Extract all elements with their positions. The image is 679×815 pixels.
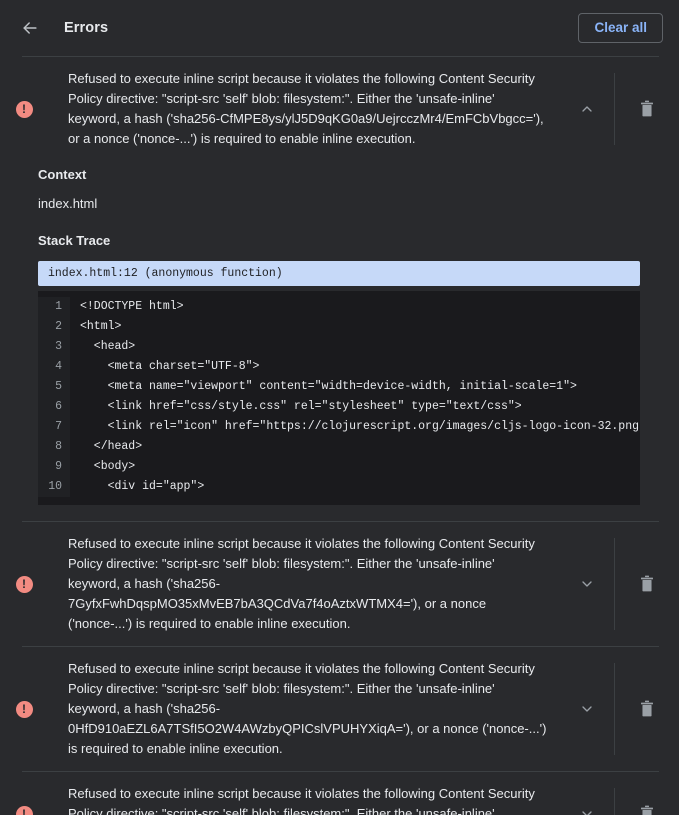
clear-all-button[interactable]: Clear all [578, 13, 663, 44]
error-icon-cell: ! [0, 772, 40, 815]
error-text-cell: Refused to execute inline script because… [40, 647, 560, 771]
arrow-left-icon [20, 18, 40, 38]
code-line: 7 <link rel="icon" href="https://clojure… [38, 417, 640, 437]
error-circle-icon: ! [16, 701, 33, 718]
line-content: <meta charset="UTF-8"> [70, 357, 640, 377]
error-expand-toggle[interactable] [560, 772, 614, 815]
code-line: 2 <html> [38, 317, 640, 337]
error-circle-icon: ! [16, 806, 33, 815]
code-line: 8 </head> [38, 437, 640, 457]
line-content: <div id="app"> [70, 477, 640, 497]
trash-icon [639, 805, 655, 815]
error-row[interactable]: ! Refused to execute inline script becau… [0, 522, 679, 646]
line-content: <body> [70, 457, 640, 477]
error-detail-panel: Context index.html Stack Trace index.htm… [0, 167, 679, 521]
error-icon-cell: ! [0, 522, 40, 646]
error-text-cell: Refused to execute inline script because… [40, 772, 560, 815]
error-row[interactable]: ! Refused to execute inline script becau… [0, 772, 679, 815]
code-line: 9 <body> [38, 457, 640, 477]
line-number: 3 [38, 337, 70, 357]
error-expand-toggle[interactable] [560, 57, 614, 161]
chevron-down-icon [579, 806, 595, 815]
delete-error-button[interactable] [615, 57, 679, 161]
code-line: 3 <head> [38, 337, 640, 357]
code-line: 10 <div id="app"> [38, 477, 640, 497]
error-expand-toggle[interactable] [560, 522, 614, 646]
line-number: 4 [38, 357, 70, 377]
error-message: Refused to execute inline script because… [68, 659, 550, 759]
trash-icon [639, 700, 655, 718]
line-number: 2 [38, 317, 70, 337]
line-content: <meta name="viewport" content="width=dev… [70, 377, 640, 397]
errors-header: Errors Clear all [0, 0, 679, 56]
chevron-down-icon [579, 701, 595, 717]
code-line: 5 <meta name="viewport" content="width=d… [38, 377, 640, 397]
error-text-cell: Refused to execute inline script because… [40, 522, 560, 646]
source-code-block: 1 <!DOCTYPE html> 2 <html> 3 <head> 4 <m… [38, 291, 640, 505]
error-row[interactable]: ! Refused to execute inline script becau… [0, 57, 679, 161]
error-row[interactable]: ! Refused to execute inline script becau… [0, 647, 679, 771]
page-title: Errors [64, 20, 108, 36]
trash-icon [639, 100, 655, 118]
line-content: </head> [70, 437, 640, 457]
line-number: 1 [38, 297, 70, 317]
line-number: 9 [38, 457, 70, 477]
delete-error-button[interactable] [615, 772, 679, 815]
line-content: <link rel="icon" href="https://clojuresc… [70, 417, 640, 437]
error-circle-icon: ! [16, 576, 33, 593]
back-button[interactable] [18, 16, 42, 40]
error-text-cell: Refused to execute inline script because… [40, 57, 560, 161]
error-message: Refused to execute inline script because… [68, 69, 550, 149]
stack-trace-label: Stack Trace [38, 233, 659, 248]
context-value: index.html [38, 196, 659, 211]
chevron-up-icon [579, 101, 595, 117]
stack-frame[interactable]: index.html:12 (anonymous function) [38, 261, 640, 286]
delete-error-button[interactable] [615, 522, 679, 646]
line-content: <html> [70, 317, 640, 337]
line-number: 10 [38, 477, 70, 497]
code-line: 6 <link href="css/style.css" rel="styles… [38, 397, 640, 417]
error-icon-cell: ! [0, 57, 40, 161]
error-message: Refused to execute inline script because… [68, 534, 550, 634]
error-icon-cell: ! [0, 647, 40, 771]
line-number: 6 [38, 397, 70, 417]
code-line: 1 <!DOCTYPE html> [38, 297, 640, 317]
code-line: 4 <meta charset="UTF-8"> [38, 357, 640, 377]
error-expand-toggle[interactable] [560, 647, 614, 771]
chevron-down-icon [579, 576, 595, 592]
trash-icon [639, 575, 655, 593]
line-content: <head> [70, 337, 640, 357]
error-circle-icon: ! [16, 101, 33, 118]
line-number: 7 [38, 417, 70, 437]
delete-error-button[interactable] [615, 647, 679, 771]
context-label: Context [38, 167, 659, 182]
error-message: Refused to execute inline script because… [68, 784, 550, 815]
line-number: 8 [38, 437, 70, 457]
line-number: 5 [38, 377, 70, 397]
line-content: <!DOCTYPE html> [70, 297, 640, 317]
error-list: ! Refused to execute inline script becau… [0, 56, 679, 815]
line-content: <link href="css/style.css" rel="styleshe… [70, 397, 640, 417]
